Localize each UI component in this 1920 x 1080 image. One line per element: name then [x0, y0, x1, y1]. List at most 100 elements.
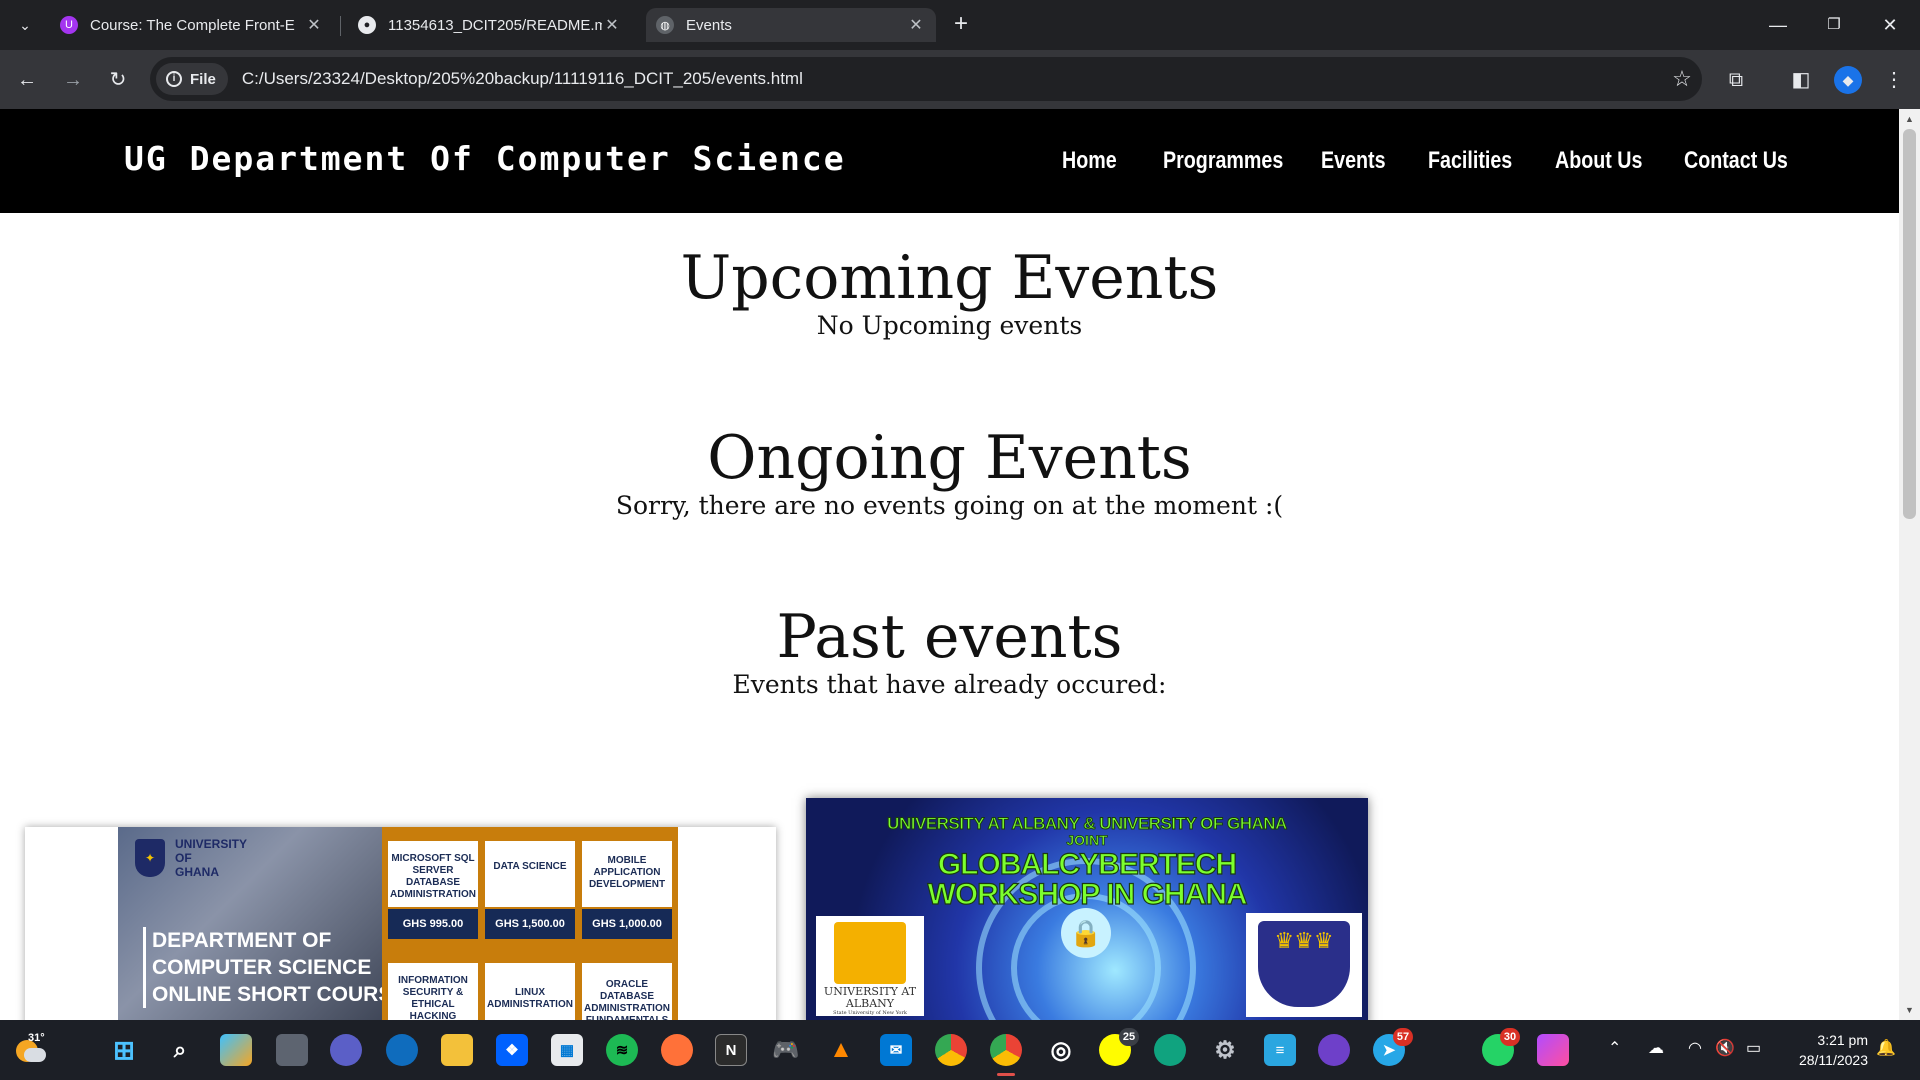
ug-logo: ♛♛♛	[1246, 913, 1362, 1017]
clipchamp-icon[interactable]	[1537, 1034, 1569, 1066]
address-bar[interactable]: i File C:/Users/23324/Desktop/205%20back…	[150, 57, 1702, 101]
page-scrollbar[interactable]: ▲ ▼	[1899, 109, 1920, 1020]
chrome-menu-icon[interactable]: ⋮	[1880, 66, 1908, 94]
battery-icon[interactable]: ▭	[1746, 1038, 1761, 1058]
poster-line: UNIVERSITY AT ALBANY & UNIVERSITY OF GHA…	[887, 814, 1288, 834]
clock-time: 3:21 pm	[1817, 1032, 1868, 1048]
close-window-button[interactable]: ✕	[1870, 10, 1910, 40]
profile-avatar[interactable]: ◆	[1834, 66, 1862, 94]
albany-sub: State University of New York	[833, 1010, 907, 1016]
poster-title-line: ONLINE SHORT COURSES	[152, 983, 421, 1006]
past-events-heading: Past events	[776, 602, 1123, 672]
volume-muted-icon[interactable]: 🔇	[1715, 1038, 1735, 1058]
notepad-icon[interactable]: ≡	[1264, 1034, 1296, 1066]
microsoft-store-icon[interactable]: ▦	[551, 1034, 583, 1066]
telegram-badge: 57	[1393, 1028, 1413, 1046]
notification-bell-icon[interactable]: 🔔	[1876, 1038, 1896, 1058]
new-tab-button[interactable]: +	[948, 12, 974, 38]
tab-search-dropdown-icon[interactable]: ⌄	[12, 12, 38, 38]
dropbox-icon[interactable]: ❖	[496, 1034, 528, 1066]
chrome-profile-icon[interactable]	[990, 1034, 1022, 1066]
site-brand[interactable]: UG Department Of Computer Science	[124, 139, 846, 178]
search-icon[interactable]: ⌕	[164, 1034, 196, 1066]
windows-taskbar: 31° ⊞ ⌕ ❖ ▦ ≋ N 🎮 ▲ ✉ ◎ ⚙ ≡ ➤ 25 57 30 ⌃…	[0, 1020, 1920, 1080]
poster-headline-line: WORKSHOP IN GHANA	[927, 878, 1248, 911]
course-card: MOBILE APPLICATION DEVELOPMENT	[582, 841, 672, 907]
upcoming-events-section: Upcoming Events No Upcoming events	[0, 245, 1899, 341]
site-info-chip[interactable]: i File	[156, 63, 228, 95]
back-button[interactable]: ←	[12, 65, 42, 95]
minimize-button[interactable]: —	[1758, 10, 1798, 40]
nav-events[interactable]: Events	[1321, 147, 1386, 175]
cloud-icon	[24, 1048, 46, 1062]
course-card: LINUX ADMINISTRATION	[485, 963, 575, 1020]
side-panel-icon[interactable]: ◧	[1787, 66, 1815, 94]
albany-logo-text: UNIVERSITY AT ALBANY State University of…	[816, 985, 924, 1017]
globe-icon: ◍	[656, 16, 674, 34]
scroll-down-arrow-icon[interactable]: ▼	[1899, 1000, 1920, 1020]
close-tab-icon[interactable]: ✕	[906, 15, 926, 35]
course-price: GHS 995.00	[388, 909, 478, 939]
obs-icon[interactable]: ◎	[1045, 1034, 1077, 1066]
edge-icon[interactable]	[386, 1034, 418, 1066]
forward-button[interactable]: →	[58, 65, 88, 95]
chatgpt-icon[interactable]	[1154, 1034, 1186, 1066]
github-desktop-icon[interactable]	[1318, 1034, 1350, 1066]
spotify-icon[interactable]: ≋	[606, 1034, 638, 1066]
restore-button[interactable]: ❐	[1814, 10, 1854, 40]
nav-programmes[interactable]: Programmes	[1163, 147, 1283, 175]
show-hidden-icons-icon[interactable]: ⌃	[1608, 1038, 1621, 1058]
poster-title: DEPARTMENT OF COMPUTER SCIENCE ONLINE SH…	[143, 927, 420, 1008]
mail-icon[interactable]: ✉	[880, 1034, 912, 1066]
github-icon: ●	[358, 16, 376, 34]
weather-widget[interactable]: 31°	[14, 1032, 46, 1066]
notion-icon[interactable]: N	[715, 1034, 747, 1066]
url-text[interactable]: C:/Users/23324/Desktop/205%20backup/1111…	[242, 69, 1662, 89]
bookmark-star-icon[interactable]: ☆	[1662, 66, 1702, 92]
close-tab-icon[interactable]: ✕	[304, 15, 324, 35]
albany-name: UNIVERSITY AT ALBANY	[823, 985, 917, 1010]
onedrive-icon[interactable]: ☁	[1648, 1038, 1664, 1058]
poster-title-line: DEPARTMENT OF	[152, 929, 332, 952]
wifi-icon[interactable]: ◠	[1688, 1038, 1702, 1058]
settings-gear-icon[interactable]: ⚙	[1209, 1034, 1241, 1066]
tab-title: Events	[686, 16, 732, 34]
scroll-thumb[interactable]	[1903, 129, 1916, 519]
nav-facilities[interactable]: Facilities	[1428, 147, 1512, 175]
course-card: INFORMATION SECURITY & ETHICAL HACKING	[388, 963, 478, 1020]
browser-toolbar: ← → ↻ i File C:/Users/23324/Desktop/205%…	[0, 50, 1920, 109]
ongoing-events-text: Sorry, there are no events going on at t…	[615, 491, 1284, 520]
chrome-icon[interactable]	[935, 1034, 967, 1066]
albany-logo: UNIVERSITY AT ALBANY State University of…	[816, 916, 924, 1016]
short-courses-poster: ✦ UNIVERSITY OF GHANA DEPARTMENT OF COMP…	[25, 827, 776, 1020]
close-tab-icon[interactable]: ✕	[602, 15, 622, 35]
tab-title: Course: The Complete Front-E	[90, 16, 295, 34]
firefox-icon[interactable]	[661, 1034, 693, 1066]
poster-title-line: COMPUTER SCIENCE	[152, 956, 372, 979]
system-clock[interactable]: 3:21 pm 28/11/2023	[1768, 1030, 1868, 1070]
task-view-icon[interactable]	[276, 1034, 308, 1066]
game-controller-icon[interactable]: 🎮	[770, 1034, 802, 1066]
site-info-label: File	[190, 70, 216, 88]
poster-headline: GLOBALCYBERTECH WORKSHOP IN GHANA	[806, 848, 1368, 911]
course-card: DATA SCIENCE	[485, 841, 575, 907]
tab-events[interactable]: ◍ Events ✕	[646, 8, 936, 42]
udemy-icon: U	[60, 16, 78, 34]
course-card: ORACLE DATABASE ADMINISTRATION FUNDAMENT…	[582, 963, 672, 1020]
teams-chat-icon[interactable]	[330, 1034, 362, 1066]
vlc-icon[interactable]: ▲	[825, 1034, 857, 1066]
extensions-icon[interactable]: ⧉	[1722, 66, 1750, 94]
file-explorer-icon[interactable]	[441, 1034, 473, 1066]
nav-contact-us[interactable]: Contact Us	[1684, 147, 1788, 175]
tab-udemy-course[interactable]: U Course: The Complete Front-E ✕	[50, 8, 334, 42]
course-price: GHS 1,000.00	[582, 909, 672, 939]
scroll-up-arrow-icon[interactable]: ▲	[1899, 109, 1920, 129]
widgets-icon[interactable]	[220, 1034, 252, 1066]
course-grid: MICROSOFT SQL SERVER DATABASE ADMINISTRA…	[382, 827, 678, 1020]
reload-button[interactable]: ↻	[103, 65, 133, 95]
windows-start-icon[interactable]: ⊞	[108, 1034, 140, 1066]
nav-about-us[interactable]: About Us	[1555, 147, 1642, 175]
tab-github-readme[interactable]: ● 11354613_DCIT205/README.m ✕	[348, 8, 632, 42]
nav-home[interactable]: Home	[1062, 147, 1117, 175]
poster-headline-line: GLOBALCYBERTECH	[937, 848, 1238, 881]
